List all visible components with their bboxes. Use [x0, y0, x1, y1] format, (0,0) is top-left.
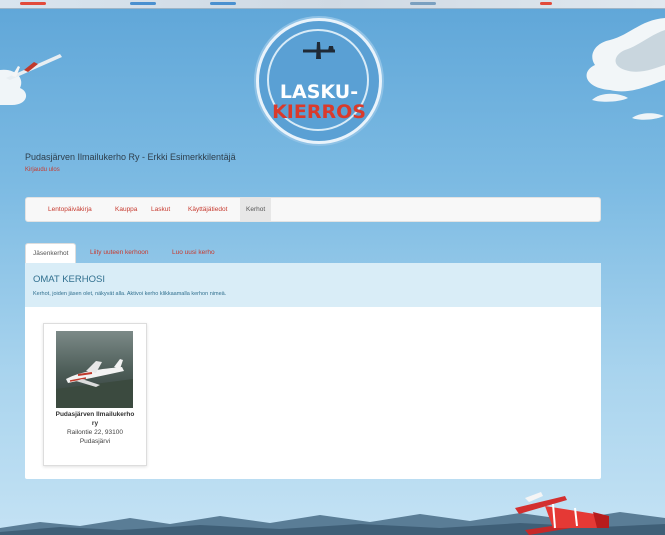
club-name-line: ry	[91, 420, 99, 427]
glider-icon	[6, 54, 62, 80]
tab-member-clubs[interactable]: Jäsenkerhot	[25, 243, 77, 264]
club-photo	[56, 331, 133, 408]
browser-tab-indicator	[130, 2, 156, 5]
panel-header: OMAT KERHOSI Kerhot, joiden jäsen olet, …	[25, 263, 601, 307]
tab-create-club[interactable]: Luo uusi kerho	[172, 243, 215, 264]
cloud-illustration	[586, 18, 665, 92]
browser-tab-indicator	[210, 2, 236, 5]
nav-item-user-info[interactable]: Käyttäjätiedot	[188, 198, 227, 221]
cloud-illustration	[592, 93, 628, 102]
logo-text-bottom: KIERROS	[272, 101, 366, 123]
site-logo[interactable]: LASKU- KIERROS	[256, 18, 382, 144]
club-address: Railontie 22, 93100 Pudasjärvi	[44, 428, 146, 446]
main-navbar: Lentopäiväkirja Kauppa Laskut Käyttäjäti…	[25, 197, 601, 222]
club-name-line: Pudasjärven Ilmailukerho	[55, 411, 135, 418]
biplane-icon	[515, 492, 609, 535]
browser-tab-strip	[0, 0, 665, 9]
nav-item-shop[interactable]: Kauppa	[115, 198, 137, 221]
browser-tab-indicator	[410, 2, 436, 5]
club-name[interactable]: Pudasjärven Ilmailukerho ry	[44, 410, 146, 428]
site-title: Pudasjärven Ilmailukerho Ry - Erkki Esim…	[25, 152, 236, 162]
club-address-line: Railontie 22, 93100	[66, 429, 123, 436]
clubs-panel: OMAT KERHOSI Kerhot, joiden jäsen olet, …	[25, 263, 601, 479]
browser-tab-indicator	[20, 2, 46, 5]
club-airplane-photo	[56, 331, 133, 408]
nav-item-flight-log[interactable]: Lentopäiväkirja	[48, 198, 92, 221]
logout-link[interactable]: Kirjaudu ulos	[25, 167, 60, 173]
logo-text-top: LASKU-	[279, 81, 359, 103]
airplane-icon	[303, 42, 335, 59]
panel-description: Kerhot, joiden jäsen olet, näkyvät alla.…	[33, 291, 227, 297]
nav-item-clubs[interactable]: Kerhot	[240, 198, 272, 221]
club-address-line: Pudasjärvi	[79, 438, 111, 445]
panel-title: OMAT KERHOSI	[33, 274, 105, 285]
cloud-illustration	[632, 113, 664, 120]
browser-tab-indicator	[540, 2, 552, 5]
tab-join-club[interactable]: Liity uuteen kerhoon	[90, 243, 149, 264]
nav-item-invoices[interactable]: Laskut	[151, 198, 170, 221]
club-card[interactable]: Pudasjärven Ilmailukerho ry Railontie 22…	[43, 323, 147, 466]
